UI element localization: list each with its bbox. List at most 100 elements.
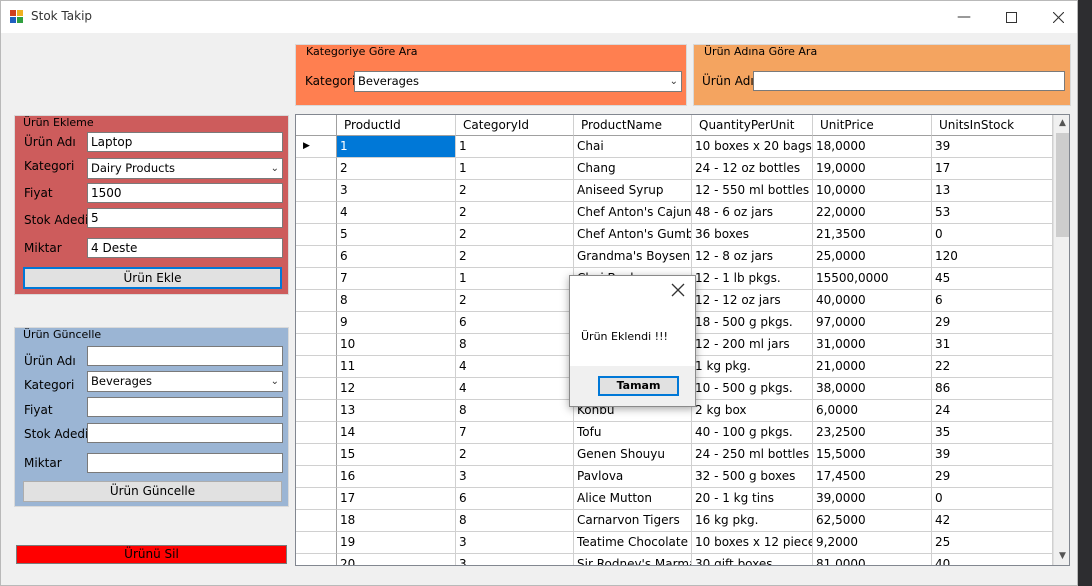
- table-cell[interactable]: 31,0000: [813, 334, 932, 356]
- table-cell[interactable]: Alice Mutton: [574, 488, 692, 510]
- table-cell[interactable]: 120: [932, 246, 1053, 268]
- minimize-button[interactable]: —: [941, 1, 987, 33]
- table-cell[interactable]: 39: [932, 136, 1053, 158]
- update-name-input[interactable]: [87, 346, 283, 366]
- table-cell[interactable]: 40: [932, 554, 1053, 565]
- row-header[interactable]: [296, 488, 337, 510]
- table-cell[interactable]: Aniseed Syrup: [574, 180, 692, 202]
- add-stock-input[interactable]: 5: [87, 208, 283, 228]
- update-price-input[interactable]: [87, 397, 283, 417]
- table-cell[interactable]: 4: [456, 356, 574, 378]
- table-cell[interactable]: 7: [456, 422, 574, 444]
- table-cell[interactable]: 12 - 1 lb pkgs.: [692, 268, 813, 290]
- table-cell[interactable]: 18,0000: [813, 136, 932, 158]
- table-cell[interactable]: 2: [456, 444, 574, 466]
- table-cell[interactable]: 0: [932, 488, 1053, 510]
- table-cell[interactable]: 21,0000: [813, 356, 932, 378]
- table-cell[interactable]: 22,0000: [813, 202, 932, 224]
- row-header[interactable]: ▶: [296, 136, 337, 158]
- table-cell[interactable]: 2: [456, 246, 574, 268]
- table-cell[interactable]: 16: [337, 466, 456, 488]
- table-cell[interactable]: 30 gift boxes: [692, 554, 813, 565]
- table-cell[interactable]: 12 - 200 ml jars: [692, 334, 813, 356]
- scrollbar-thumb[interactable]: [1056, 133, 1069, 237]
- row-header[interactable]: [296, 422, 337, 444]
- table-cell[interactable]: 23,2500: [813, 422, 932, 444]
- row-header[interactable]: [296, 400, 337, 422]
- table-cell[interactable]: 36 boxes: [692, 224, 813, 246]
- table-cell[interactable]: 2: [456, 202, 574, 224]
- table-cell[interactable]: 9: [337, 312, 456, 334]
- table-cell[interactable]: Sir Rodney's Marmala...: [574, 554, 692, 565]
- table-cell[interactable]: 24 - 12 oz bottles: [692, 158, 813, 180]
- table-cell[interactable]: 6: [337, 246, 456, 268]
- table-cell[interactable]: Pavlova: [574, 466, 692, 488]
- table-cell[interactable]: 0: [932, 224, 1053, 246]
- row-header[interactable]: [296, 224, 337, 246]
- table-cell[interactable]: 17: [337, 488, 456, 510]
- add-price-input[interactable]: 1500: [87, 183, 283, 203]
- table-cell[interactable]: 18: [337, 510, 456, 532]
- table-cell[interactable]: 6: [932, 290, 1053, 312]
- table-cell[interactable]: 42: [932, 510, 1053, 532]
- table-cell[interactable]: 6: [456, 312, 574, 334]
- row-header[interactable]: [296, 202, 337, 224]
- table-cell[interactable]: 45: [932, 268, 1053, 290]
- table-cell[interactable]: 3: [456, 554, 574, 565]
- update-product-button[interactable]: Ürün Güncelle: [23, 481, 282, 502]
- table-cell[interactable]: 86: [932, 378, 1053, 400]
- table-cell[interactable]: Chai: [574, 136, 692, 158]
- scroll-up-icon[interactable]: ▲: [1054, 115, 1069, 132]
- table-cell[interactable]: 17,4500: [813, 466, 932, 488]
- table-cell[interactable]: 21,3500: [813, 224, 932, 246]
- table-cell[interactable]: 3: [456, 532, 574, 554]
- row-header[interactable]: [296, 466, 337, 488]
- table-cell[interactable]: 39: [932, 444, 1053, 466]
- row-header[interactable]: [296, 246, 337, 268]
- table-cell[interactable]: Chef Anton's Gumbo ...: [574, 224, 692, 246]
- table-cell[interactable]: 53: [932, 202, 1053, 224]
- add-product-button[interactable]: Ürün Ekle: [23, 267, 282, 289]
- table-cell[interactable]: 25: [932, 532, 1053, 554]
- table-cell[interactable]: 11: [337, 356, 456, 378]
- table-cell[interactable]: 48 - 6 oz jars: [692, 202, 813, 224]
- column-header[interactable]: CategoryId: [456, 115, 574, 136]
- table-cell[interactable]: 1 kg pkg.: [692, 356, 813, 378]
- table-cell[interactable]: 12 - 550 ml bottles: [692, 180, 813, 202]
- table-cell[interactable]: 40,0000: [813, 290, 932, 312]
- table-cell[interactable]: 13: [337, 400, 456, 422]
- ok-button[interactable]: Tamam: [598, 376, 679, 396]
- table-cell[interactable]: 38,0000: [813, 378, 932, 400]
- row-header[interactable]: [296, 532, 337, 554]
- scroll-down-icon[interactable]: ▼: [1054, 548, 1069, 565]
- table-cell[interactable]: 2: [456, 224, 574, 246]
- table-cell[interactable]: 15,5000: [813, 444, 932, 466]
- table-cell[interactable]: 13: [932, 180, 1053, 202]
- table-cell[interactable]: 18 - 500 g pkgs.: [692, 312, 813, 334]
- add-name-input[interactable]: Laptop: [87, 132, 283, 152]
- table-cell[interactable]: 16 kg pkg.: [692, 510, 813, 532]
- column-header[interactable]: ProductId: [337, 115, 456, 136]
- table-cell[interactable]: 12: [337, 378, 456, 400]
- table-cell[interactable]: 2: [456, 180, 574, 202]
- row-header[interactable]: [296, 180, 337, 202]
- table-cell[interactable]: Chang: [574, 158, 692, 180]
- table-cell[interactable]: 3: [456, 466, 574, 488]
- table-cell[interactable]: 22: [932, 356, 1053, 378]
- table-cell[interactable]: 20 - 1 kg tins: [692, 488, 813, 510]
- table-cell[interactable]: 9,2000: [813, 532, 932, 554]
- table-cell[interactable]: 10 boxes x 20 bags: [692, 136, 813, 158]
- search-category-select[interactable]: Beverages ⌄: [354, 71, 682, 92]
- row-header[interactable]: [296, 312, 337, 334]
- table-cell[interactable]: 1: [456, 136, 574, 158]
- delete-product-button[interactable]: Ürünü Sil: [16, 545, 287, 564]
- table-cell[interactable]: 8: [337, 290, 456, 312]
- table-cell[interactable]: 10: [337, 334, 456, 356]
- table-cell[interactable]: 1: [456, 268, 574, 290]
- table-cell[interactable]: 19,0000: [813, 158, 932, 180]
- add-category-select[interactable]: Dairy Products ⌄: [87, 158, 283, 179]
- table-cell[interactable]: 39,0000: [813, 488, 932, 510]
- table-cell[interactable]: Tofu: [574, 422, 692, 444]
- table-cell[interactable]: 32 - 500 g boxes: [692, 466, 813, 488]
- table-cell[interactable]: 2: [337, 158, 456, 180]
